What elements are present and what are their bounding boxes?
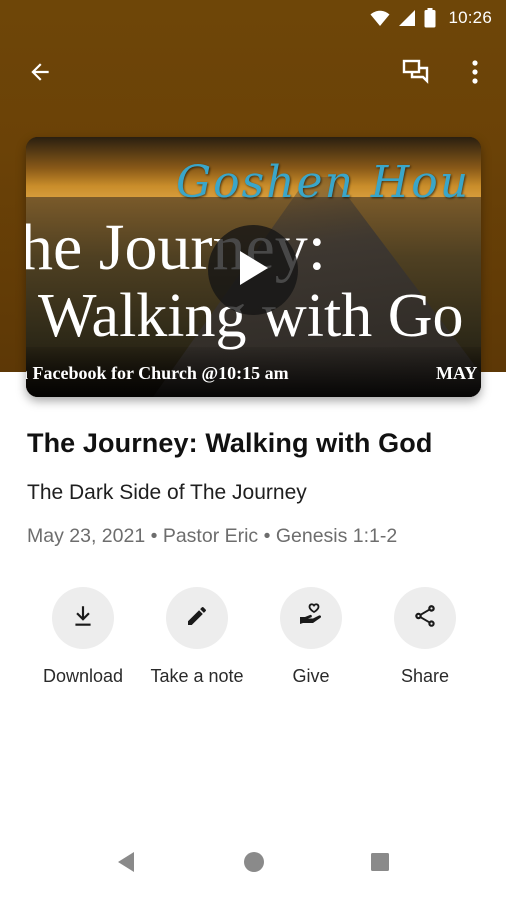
nav-back-button[interactable] xyxy=(104,842,148,886)
share-button-circle[interactable] xyxy=(394,587,456,649)
nav-home-button[interactable] xyxy=(232,842,276,886)
heart-hand-icon xyxy=(297,602,325,635)
action-row: Download Take a note Give Share xyxy=(0,587,506,697)
share-icon xyxy=(412,603,438,634)
download-button-circle[interactable] xyxy=(52,587,114,649)
status-time: 10:26 xyxy=(448,8,492,27)
share-label: Share xyxy=(400,666,450,686)
download-label: Download xyxy=(42,666,124,686)
take-note-button-circle[interactable] xyxy=(166,587,228,649)
take-note-button[interactable]: Take a note xyxy=(137,587,257,687)
play-button[interactable] xyxy=(208,225,298,315)
comments-button[interactable] xyxy=(394,52,438,96)
sermon-subtitle: The Dark Side of The Journey xyxy=(27,481,307,504)
download-icon xyxy=(70,603,96,634)
video-player[interactable]: Goshen Hou he Journey: Walking with Go n… xyxy=(26,137,481,397)
nav-recents-icon xyxy=(370,852,390,877)
sermon-meta: May 23, 2021 • Pastor Eric • Genesis 1:1… xyxy=(27,525,398,547)
app-bar xyxy=(0,48,506,100)
back-button[interactable] xyxy=(18,52,62,96)
give-button[interactable]: Give xyxy=(251,587,371,687)
system-navigation-bar xyxy=(0,832,506,900)
thumbnail-footer-left: n Facebook for Church @10:15 am xyxy=(26,363,289,383)
give-button-circle[interactable] xyxy=(280,587,342,649)
download-button[interactable]: Download xyxy=(23,587,143,687)
screen: 10:26 Goshen Hou he Journey: Walking wit… xyxy=(0,0,506,900)
give-label: Give xyxy=(292,666,330,686)
pencil-icon xyxy=(185,604,209,633)
arrow-back-icon xyxy=(27,59,53,90)
thumbnail-footer-right: MAY xyxy=(436,363,478,383)
sermon-title: The Journey: Walking with God xyxy=(27,428,433,458)
status-bar: 10:26 xyxy=(0,0,506,36)
play-icon xyxy=(236,249,270,292)
more-options-button[interactable] xyxy=(453,52,497,96)
wifi-icon xyxy=(370,9,390,27)
chat-bubbles-icon xyxy=(401,57,431,92)
battery-icon xyxy=(424,8,436,28)
more-vertical-icon xyxy=(471,59,479,90)
thumbnail-script-text: Goshen Hou xyxy=(176,157,471,208)
nav-back-icon xyxy=(116,851,136,878)
nav-home-icon xyxy=(243,851,265,878)
nav-recents-button[interactable] xyxy=(358,842,402,886)
share-button[interactable]: Share xyxy=(365,587,485,687)
cellular-signal-icon xyxy=(398,9,416,27)
take-note-label: Take a note xyxy=(150,666,244,686)
